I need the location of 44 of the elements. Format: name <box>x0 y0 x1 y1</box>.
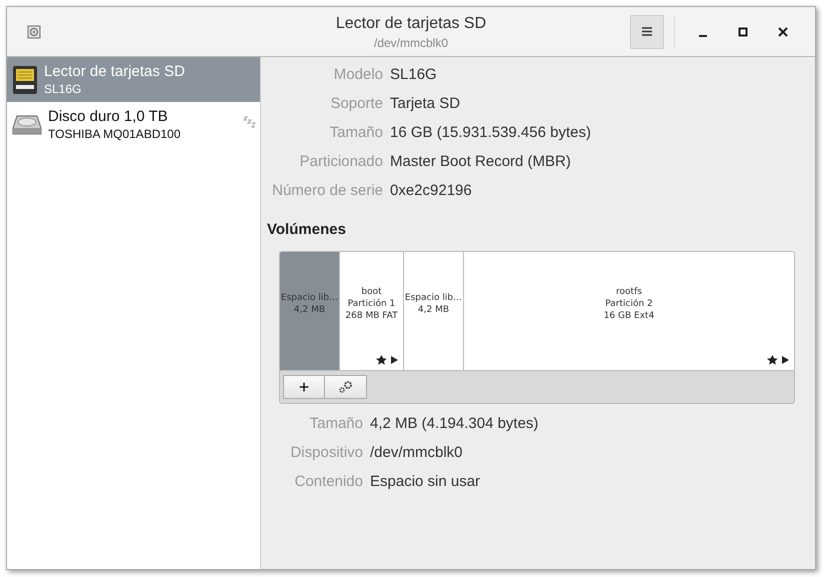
drive-list-item[interactable]: Disco duro 1,0 TB TOSHIBA MQ01ABD100 <box>7 102 260 147</box>
close-icon <box>778 26 788 36</box>
property-value: /dev/mmcblk0 <box>370 444 464 461</box>
volumes-heading: Volúmenes <box>267 221 347 238</box>
play-icon <box>391 356 398 364</box>
drive-model: TOSHIBA MQ01ABD100 <box>48 127 181 141</box>
menu-button[interactable] <box>630 14 664 48</box>
property-label: Modelo <box>332 66 383 83</box>
window-title: Lector de tarjetas SD <box>336 15 486 33</box>
partition-block[interactable]: Espacio lib… 4,2 MB <box>280 252 340 370</box>
property-value: 4,2 MB (4.194.304 bytes) <box>370 415 538 432</box>
property-label: Contenido <box>294 473 363 490</box>
property-value: Espacio sin usar <box>370 473 482 490</box>
property-value: SL16G <box>390 66 438 83</box>
property-label: Particionado <box>298 153 383 170</box>
property-value: 16 GB (15.931.539.456 bytes) <box>390 124 591 141</box>
property-label: Soporte <box>329 95 383 112</box>
maximize-icon <box>738 26 748 36</box>
drive-name: Disco duro 1,0 TB <box>48 108 169 125</box>
play-icon <box>782 356 789 364</box>
partition-label: rootfs Partición 2 16 GB Ext4 <box>604 286 654 322</box>
window-subtitle: /dev/mmcblk0 <box>374 36 448 50</box>
property-label: Número de serie <box>271 182 383 199</box>
star-icon <box>376 355 387 365</box>
disks-app-icon <box>27 24 41 38</box>
property-label: Tamaño <box>308 415 363 432</box>
add-partition-button[interactable]: + <box>283 375 325 399</box>
drive-name: Lector de tarjetas SD <box>44 63 185 80</box>
property-label: Dispositivo <box>289 444 363 461</box>
property-value: Master Boot Record (MBR) <box>390 153 572 170</box>
drive-model: SL16G <box>44 82 82 96</box>
menu-icon <box>642 27 652 36</box>
partition-label: Espacio lib… 4,2 MB <box>404 292 462 316</box>
partition-block[interactable]: Espacio lib… 4,2 MB <box>404 252 464 370</box>
property-label: Tamaño <box>328 124 383 141</box>
partition-label: boot Partición 1 268 MB FAT <box>345 286 398 322</box>
star-icon <box>767 355 778 365</box>
gears-icon <box>338 380 354 394</box>
settings-button[interactable] <box>325 375 367 399</box>
property-value: Tarjeta SD <box>390 95 462 112</box>
minimize-icon <box>699 34 707 36</box>
property-value: 0xe2c92196 <box>390 182 473 199</box>
partition-label: Espacio lib… 4,2 MB <box>280 292 338 316</box>
sd-card-icon <box>12 64 38 94</box>
